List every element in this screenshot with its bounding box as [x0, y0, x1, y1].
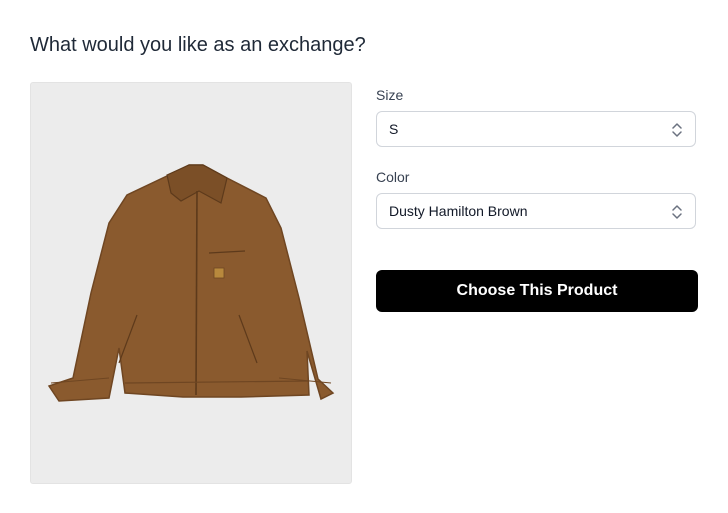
color-label: Color: [376, 169, 410, 185]
size-select[interactable]: S: [376, 111, 696, 147]
color-select[interactable]: Dusty Hamilton Brown: [376, 193, 696, 229]
product-image: [30, 82, 352, 484]
size-label: Size: [376, 87, 404, 103]
chevron-updown-icon: [672, 123, 682, 137]
page-title: What would you like as an exchange?: [30, 34, 366, 56]
chevron-updown-icon: [672, 205, 682, 219]
choose-product-button[interactable]: Choose This Product: [376, 270, 698, 312]
jacket-image: [47, 164, 335, 402]
size-value: S: [389, 121, 399, 137]
color-value: Dusty Hamilton Brown: [389, 203, 528, 219]
